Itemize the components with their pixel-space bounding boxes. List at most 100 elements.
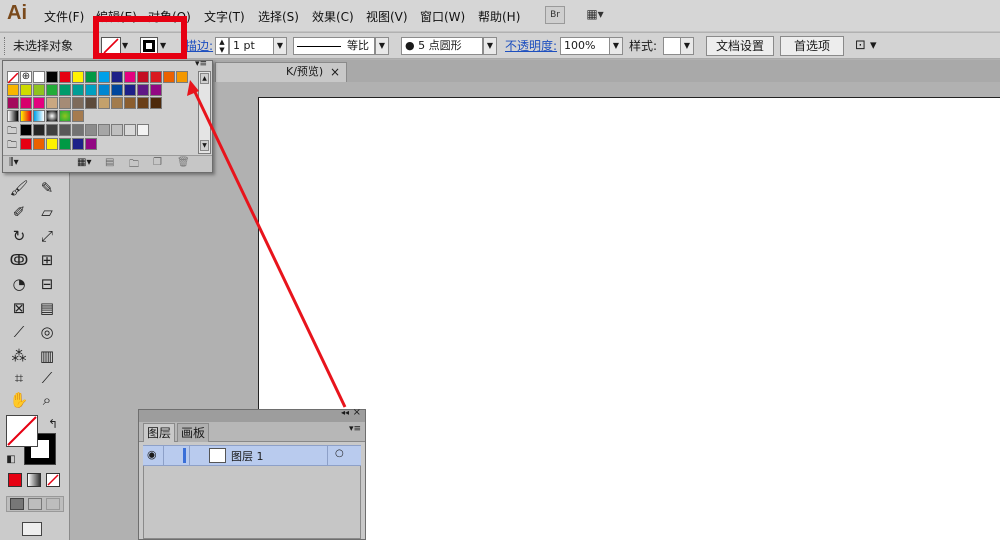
color-swatch[interactable] [46,97,58,109]
blob-brush-tool-icon[interactable]: ✐ [8,202,30,222]
color-swatch[interactable] [72,71,84,83]
color-mode-button[interactable] [8,473,22,487]
color-swatch[interactable] [20,124,32,136]
new-color-group-icon[interactable]: 🗀 [129,157,139,174]
registration-swatch[interactable]: ⊕ [20,71,32,83]
color-swatch[interactable] [33,84,45,96]
layer-target-icon[interactable]: ○ [335,448,344,459]
color-swatch[interactable] [33,124,45,136]
show-swatch-kinds-icon[interactable]: ▦▾ [77,157,91,168]
color-swatch[interactable] [111,84,123,96]
document-setup-button[interactable]: 文档设置 [706,36,774,56]
color-swatch[interactable] [150,84,162,96]
tab-layers[interactable]: 图层 [143,423,175,442]
color-swatch[interactable] [163,71,175,83]
stroke-weight-input[interactable]: 1 pt [229,37,274,55]
color-swatch[interactable] [98,71,110,83]
color-swatch[interactable] [46,71,58,83]
menu-window[interactable]: 窗口(W) [420,8,465,25]
close-panel-icon[interactable]: × [353,407,361,418]
color-swatch[interactable] [72,124,84,136]
scroll-down-arrow[interactable]: ▼ [200,140,209,151]
swatches-menu-icon[interactable]: ▾≡ [195,59,207,69]
color-swatch[interactable] [20,84,32,96]
color-swatch[interactable] [124,124,136,136]
paintbrush-tool-icon[interactable]: 🖌 [8,178,30,198]
none-mode-button[interactable] [46,473,60,487]
swatch-libraries-icon[interactable]: ⫼▾ [9,157,19,168]
color-swatch[interactable] [72,97,84,109]
bridge-button[interactable]: Br [545,6,565,24]
color-swatch[interactable] [85,138,97,150]
draw-inside-icon[interactable] [46,498,60,510]
warp-tool-icon[interactable]: ↂ [8,250,30,270]
hand-tool-icon[interactable]: ✋ [8,390,30,410]
pattern-swatch-brown[interactable] [72,110,84,122]
color-swatch[interactable] [124,84,136,96]
color-swatch[interactable] [59,71,71,83]
color-swatch[interactable] [59,97,71,109]
color-swatch[interactable] [124,97,136,109]
color-swatch[interactable] [72,84,84,96]
color-swatch[interactable] [20,97,32,109]
column-graph-tool-icon[interactable]: ▥ [36,346,58,366]
default-fill-stroke-icon[interactable]: ◧ [0,450,22,470]
fill-proxy-front[interactable] [6,415,38,447]
color-swatch[interactable] [7,97,19,109]
artboard[interactable] [258,97,1000,540]
color-swatch[interactable] [150,71,162,83]
perspective-grid-tool-icon[interactable]: ⊟ [36,274,58,294]
color-swatch[interactable] [33,138,45,150]
gradient-mode-button[interactable] [27,473,41,487]
pencil-tool-icon[interactable]: ✎ [36,178,58,198]
color-swatch[interactable] [124,71,136,83]
zoom-tool-icon[interactable]: ⌕ [36,390,58,410]
mesh-tool-icon[interactable]: ⊠ [8,298,30,318]
gradient-swatch-linear[interactable] [7,110,19,122]
layer-name[interactable]: 图层 1 [231,448,264,464]
color-swatch[interactable] [59,84,71,96]
color-swatch[interactable] [137,84,149,96]
tab-artboards[interactable]: 画板 [177,423,209,442]
screen-mode-icon[interactable] [22,522,42,536]
menu-effect[interactable]: 效果(C) [312,8,354,25]
blend-tool-icon[interactable]: ◎ [36,322,58,342]
color-swatch[interactable] [111,97,123,109]
gradient-swatch-radial[interactable] [46,110,58,122]
color-swatch[interactable] [85,71,97,83]
align-options-icon[interactable]: ⊡ ▾ [855,37,877,55]
color-swatch[interactable] [98,124,110,136]
menu-help[interactable]: 帮助(H) [478,8,520,25]
graphic-style-swatch[interactable] [663,37,681,55]
swatches-scrollbar[interactable]: ▲ ▼ [198,71,211,154]
menu-view[interactable]: 视图(V) [366,8,408,25]
color-swatch[interactable] [72,138,84,150]
delete-swatch-icon[interactable]: 🗑 [177,157,190,168]
slice-tool-icon[interactable]: ⟋ [36,368,58,388]
color-swatch[interactable] [98,97,110,109]
gradient-swatch-blue[interactable] [33,110,45,122]
free-transform-tool-icon[interactable]: ⊞ [36,250,58,270]
color-swatch[interactable] [20,138,32,150]
color-swatch[interactable] [137,124,149,136]
layers-menu-icon[interactable]: ▾≡ [349,424,361,434]
color-swatch[interactable] [46,84,58,96]
none-swatch[interactable] [7,71,19,84]
menu-file[interactable]: 文件(F) [44,8,84,25]
brush-dropdown[interactable]: ▼ [483,37,497,55]
layer-row[interactable]: ◉ 图层 1 ○ [143,445,361,466]
color-swatch[interactable] [59,124,71,136]
menu-type[interactable]: 文字(T) [204,8,245,25]
collapse-panel-icon[interactable]: ◂◂ [341,408,349,417]
menu-select[interactable]: 选择(S) [258,8,299,25]
color-swatch[interactable] [33,97,45,109]
grip-handle[interactable] [4,37,6,55]
eye-visibility-icon[interactable]: ◉ [147,448,157,461]
color-swatch[interactable] [111,71,123,83]
eraser-tool-icon[interactable]: ▱ [36,202,58,222]
new-swatch-icon[interactable]: ❐ [153,157,162,168]
stroke-profile-dropdown[interactable]: ▼ [375,37,389,55]
scroll-up-arrow[interactable]: ▲ [200,73,209,84]
color-swatch[interactable] [137,97,149,109]
opacity-input[interactable]: 100% [560,37,610,55]
